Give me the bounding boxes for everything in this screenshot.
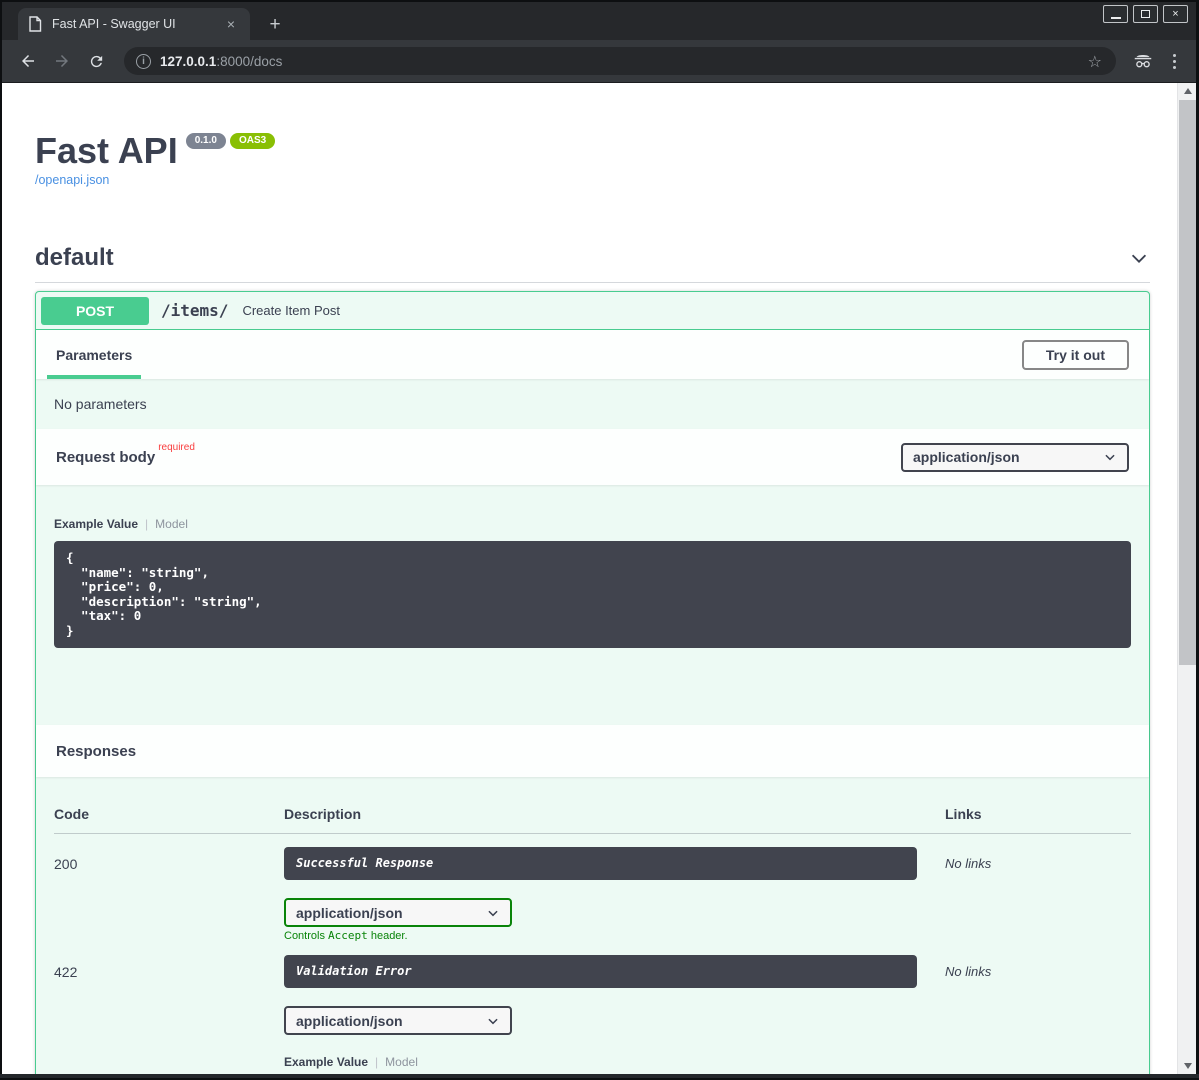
- window-controls: ×: [1103, 5, 1188, 23]
- response-422-example-tabs: Example Value|Model: [284, 1055, 945, 1069]
- request-body-media-type-select[interactable]: application/json: [901, 443, 1129, 472]
- browser-tab-active[interactable]: Fast API - Swagger UI ×: [18, 8, 250, 40]
- forward-button[interactable]: [48, 47, 76, 75]
- url-host: 127.0.0.1: [160, 54, 216, 69]
- opblock-summary[interactable]: POST /items/ Create Item Post: [36, 292, 1149, 330]
- tab-close-icon[interactable]: ×: [222, 15, 240, 33]
- browser-toolbar: i 127.0.0.1:8000/docs ☆: [2, 40, 1196, 83]
- operation-summary: Create Item Post: [242, 303, 340, 318]
- window-border-bottom: [0, 1074, 1199, 1080]
- column-links: Links: [945, 807, 1131, 821]
- page-favicon-icon: [28, 16, 42, 32]
- page-scrollbar[interactable]: [1177, 83, 1196, 1074]
- window-border-left: [0, 0, 2, 1080]
- responses-header: Responses: [36, 725, 1149, 777]
- reload-icon: [88, 53, 105, 70]
- tab-model[interactable]: Model: [155, 517, 188, 531]
- back-button[interactable]: [14, 47, 42, 75]
- url-path: :8000/docs: [216, 54, 282, 69]
- example-model-tabs: Example Value|Model: [54, 517, 1131, 531]
- response-200-media-type-select[interactable]: application/json: [284, 898, 512, 927]
- parameters-header: Parameters Try it out: [36, 330, 1149, 379]
- maximize-icon: [1141, 10, 1150, 18]
- reload-button[interactable]: [82, 47, 110, 75]
- swagger-ui-content: Fast API0.1.0OAS3 /openapi.json default …: [2, 83, 1177, 1074]
- window-minimize-button[interactable]: [1103, 5, 1128, 23]
- scrollbar-down-arrow-icon[interactable]: [1178, 1058, 1196, 1074]
- tab-example-value[interactable]: Example Value: [284, 1055, 368, 1069]
- select-chevron-icon: [486, 1014, 500, 1028]
- request-body-media-type-value: application/json: [913, 449, 1020, 465]
- operation-path: /items/: [161, 301, 228, 320]
- no-parameters-text: No parameters: [36, 379, 1149, 429]
- section-divider: [35, 282, 1150, 283]
- column-description: Description: [284, 807, 945, 821]
- response-200-links: No links: [945, 847, 1131, 871]
- minimize-icon: [1111, 17, 1121, 19]
- scrollbar-up-arrow-icon[interactable]: [1178, 83, 1196, 99]
- window-close-button[interactable]: ×: [1163, 5, 1188, 23]
- response-200-media-type-value: application/json: [296, 905, 403, 921]
- oas3-badge: OAS3: [230, 133, 275, 149]
- tab-parameters[interactable]: Parameters: [47, 330, 141, 379]
- request-body-header: Request bodyrequired application/json: [36, 429, 1149, 485]
- new-tab-button[interactable]: +: [262, 12, 288, 38]
- tab-model[interactable]: Model: [385, 1055, 418, 1069]
- tab-title: Fast API - Swagger UI: [52, 17, 222, 31]
- response-422-media-type-select[interactable]: application/json: [284, 1006, 512, 1035]
- response-422-links: No links: [945, 955, 1131, 979]
- tab-example-value[interactable]: Example Value: [54, 517, 138, 531]
- section-collapse-chevron-icon[interactable]: [1128, 247, 1150, 269]
- request-body-example-section: Example Value|Model { "name": "string", …: [36, 485, 1149, 725]
- page-viewport: Fast API0.1.0OAS3 /openapi.json default …: [2, 83, 1196, 1074]
- request-body-example-json: { "name": "string", "price": 0, "descrip…: [54, 541, 1131, 648]
- response-422-media-type-value: application/json: [296, 1013, 403, 1029]
- tag-section-title: default: [35, 244, 114, 272]
- version-badge: 0.1.0: [186, 133, 226, 149]
- incognito-icon: [1130, 48, 1156, 74]
- bookmark-star-icon[interactable]: ☆: [1080, 52, 1110, 71]
- scrollbar-thumb[interactable]: [1179, 100, 1196, 665]
- response-200-description: Successful Response: [284, 847, 917, 880]
- response-row-422: 422 Validation Error application/json Ex…: [54, 942, 1131, 1074]
- accept-header-note: Controls Accept header.: [284, 930, 945, 942]
- window-maximize-button[interactable]: [1133, 5, 1158, 23]
- responses-table: Code Description Links 200 Successful Re…: [36, 777, 1149, 1074]
- forward-arrow-icon: [53, 52, 71, 70]
- site-info-icon[interactable]: i: [136, 54, 151, 69]
- response-code-200: 200: [54, 847, 284, 872]
- select-chevron-icon: [486, 906, 500, 920]
- try-it-out-button[interactable]: Try it out: [1022, 340, 1129, 370]
- tag-section-header[interactable]: default: [35, 243, 1150, 273]
- address-bar[interactable]: i 127.0.0.1:8000/docs ☆: [124, 47, 1116, 75]
- url-text[interactable]: 127.0.0.1:8000/docs: [160, 54, 1080, 69]
- responses-heading: Responses: [56, 743, 136, 760]
- required-flag: required: [158, 442, 195, 453]
- api-title: Fast API0.1.0OAS3: [35, 131, 1150, 171]
- request-body-label: Request bodyrequired: [56, 448, 195, 466]
- select-chevron-icon: [1103, 450, 1117, 464]
- browser-tabstrip: Fast API - Swagger UI × + ×: [2, 2, 1196, 40]
- method-post-badge: POST: [41, 297, 149, 325]
- responses-table-head: Code Description Links: [54, 807, 1131, 821]
- openapi-spec-link[interactable]: /openapi.json: [35, 173, 1150, 187]
- window-border-top: [0, 0, 1199, 2]
- back-arrow-icon: [19, 52, 37, 70]
- browser-menu-button[interactable]: [1164, 48, 1184, 74]
- response-row-200: 200 Successful Response application/json…: [54, 834, 1131, 942]
- opblock-post-items: POST /items/ Create Item Post Parameters…: [35, 291, 1150, 1074]
- response-422-description: Validation Error: [284, 955, 917, 988]
- response-code-422: 422: [54, 955, 284, 980]
- column-code: Code: [54, 807, 284, 821]
